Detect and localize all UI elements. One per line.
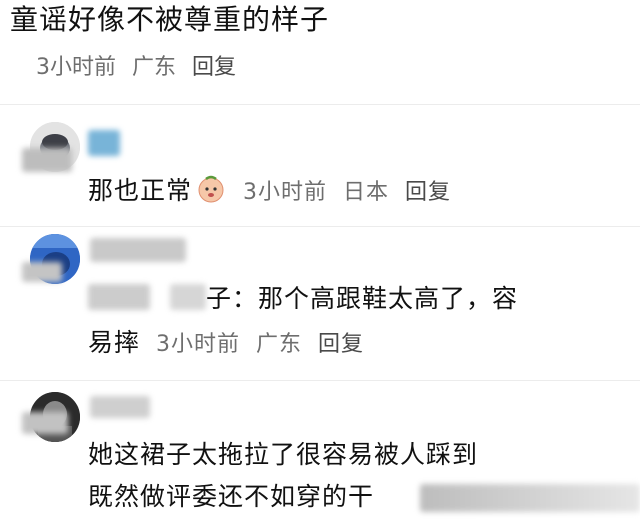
reply-text-content: 她这裙子太拖拉了很容易被人踩到 (88, 440, 479, 469)
top-comment-reply-button[interactable]: 回复 (192, 55, 236, 80)
divider (0, 104, 640, 105)
reply-text-line2: 既然做评委还不如穿的干 (88, 480, 374, 514)
reply-quoted-prefix: 子： (206, 284, 259, 313)
blurred-username (22, 262, 62, 282)
reply-item: 她这裙子太拖拉了很容易被人踩到 既然做评委还不如穿的干 (0, 384, 640, 525)
blurred-quoted-user (88, 284, 150, 310)
reply-item: 那也正常 3小时前 日本 回复 (0, 110, 640, 220)
reply-location: 日本 (342, 180, 389, 205)
reply-time: 3小时前 (242, 180, 327, 205)
reply-meta: 3小时前 日本 回复 (243, 180, 451, 205)
reply-text: 那也正常 3小时前 日本 回复 (88, 174, 451, 208)
blurred-badge (88, 130, 120, 156)
reply-text-content: 那也正常 (88, 176, 193, 205)
blurred-overflow (420, 484, 640, 512)
reply-text-content: 那个高跟鞋太高了，容 (258, 284, 519, 313)
reply-item: 子：那个高跟鞋太高了，容 易摔 3小时前 广东 回复 (0, 228, 640, 374)
blurred-username (22, 148, 72, 172)
reply-meta: 3小时前 广东 回复 (148, 332, 364, 357)
top-comment: 童谣好像不被尊重的样子 3小时前 广东 回复 (10, 0, 640, 90)
divider (0, 226, 640, 227)
divider (0, 380, 640, 381)
blurred-quoted-user (170, 284, 206, 310)
blurred-username (90, 396, 150, 418)
top-comment-location: 广东 (132, 55, 177, 80)
reply-text-line1: 子：那个高跟鞋太高了，容 (206, 282, 518, 316)
blurred-username (22, 412, 68, 434)
blurred-username (90, 238, 186, 262)
reply-button[interactable]: 回复 (318, 332, 364, 357)
reply-text-content: 易摔 (88, 328, 141, 357)
reply-location: 广东 (256, 332, 303, 357)
reply-text-content: 既然做评委还不如穿的干 (88, 482, 375, 511)
top-comment-time: 3小时前 (36, 55, 116, 80)
top-comment-meta: 3小时前 广东 回复 (36, 54, 236, 82)
reply-text-line2: 易摔 3小时前 广东 回复 (88, 326, 364, 360)
reply-button[interactable]: 回复 (405, 180, 451, 205)
top-comment-text: 童谣好像不被尊重的样子 (10, 3, 330, 36)
emoji-icon (196, 174, 226, 204)
reply-text-line1: 她这裙子太拖拉了很容易被人踩到 (88, 438, 478, 472)
reply-time: 3小时前 (156, 332, 241, 357)
